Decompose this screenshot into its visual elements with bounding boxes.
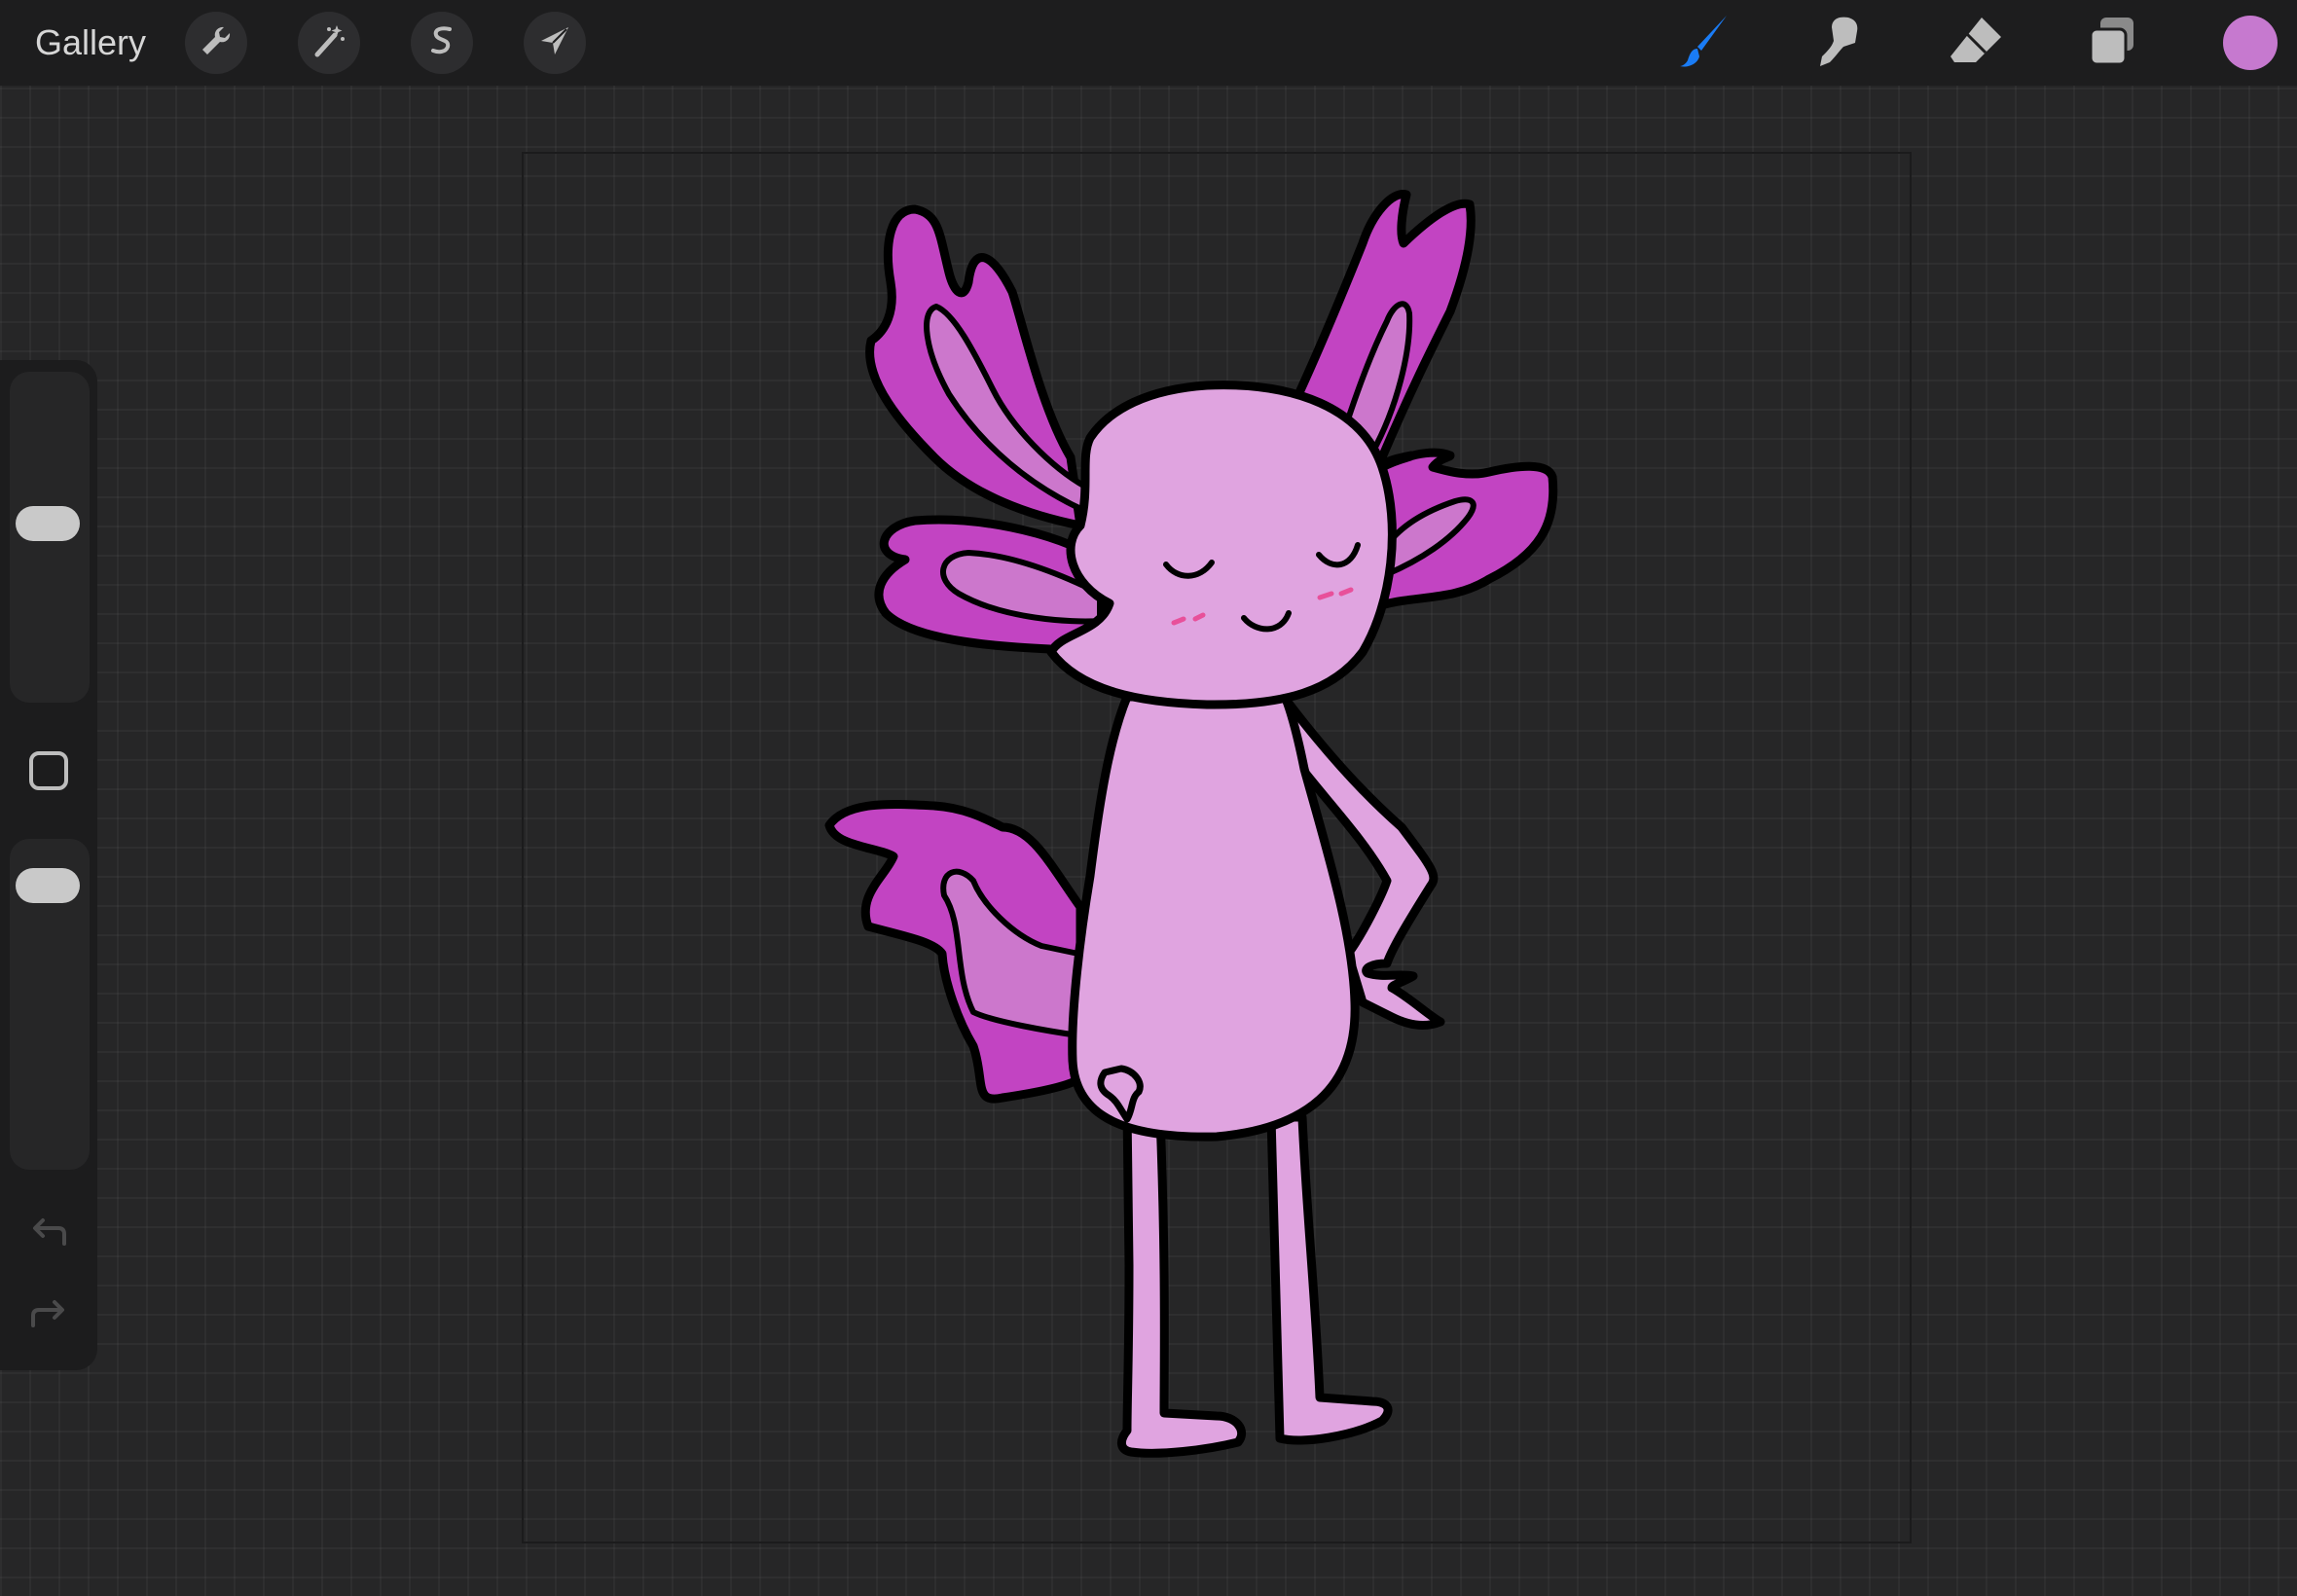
undo-icon — [27, 1215, 70, 1262]
opacity-slider[interactable] — [10, 839, 90, 1170]
brush-size-thumb[interactable] — [16, 505, 80, 541]
axolotl-right-leg — [1266, 1112, 1393, 1445]
redo-icon — [27, 1296, 70, 1344]
axolotl-drawing — [824, 190, 1558, 1458]
axolotl-left-leg — [1117, 1105, 1247, 1458]
undo-button[interactable] — [25, 1215, 72, 1261]
modify-button[interactable] — [27, 749, 70, 797]
opacity-thumb[interactable] — [16, 867, 80, 903]
square-outline-icon — [27, 749, 70, 797]
axolotl-head — [1046, 381, 1397, 709]
brush-size-slider[interactable] — [10, 372, 90, 703]
redo-button[interactable] — [25, 1296, 72, 1343]
left-sidebar — [0, 360, 97, 1370]
